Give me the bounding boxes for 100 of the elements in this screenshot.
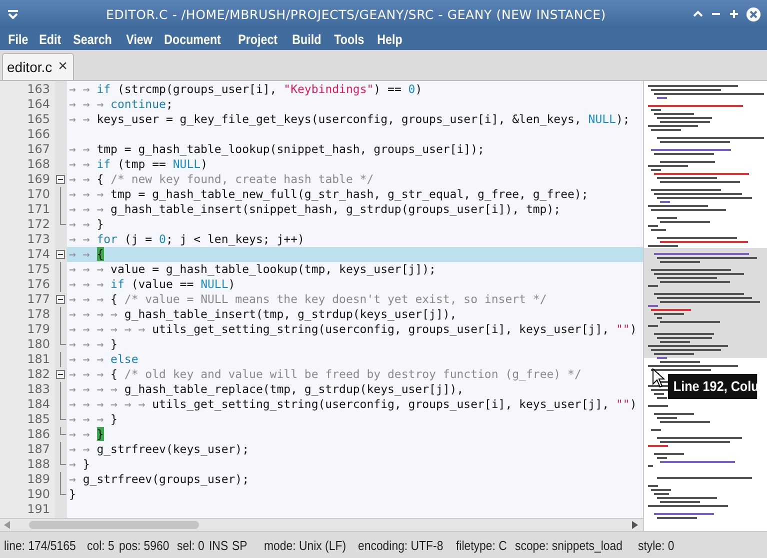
maximize-icon[interactable] (692, 9, 704, 19)
tab-markers: →→→ (69, 97, 111, 112)
menu-item[interactable]: Build (287, 32, 326, 46)
tab-markers: →→ (69, 172, 97, 187)
status-field: INS (208, 538, 228, 552)
line-number: 178 (27, 307, 50, 322)
tab-markers: →→ (69, 427, 97, 442)
code-line: } (96, 217, 104, 232)
tab-markers: →→→→→→ (69, 322, 152, 337)
status-field: scope: snippets_load (514, 538, 622, 552)
line-number: 169 (27, 172, 50, 187)
code-line: { /* new key found, create hash table */ (96, 172, 374, 187)
line-number: 186 (27, 427, 50, 442)
tab-markers: →→→ (69, 367, 111, 382)
fold-line (60, 442, 61, 457)
line-number: 177 (27, 292, 50, 307)
code-line: tmp = g_hash_table_new_full(g_str_hash, g_str_equal, g_free, g_free); (110, 187, 588, 202)
status-field: col: 5 (86, 538, 114, 552)
menu-item[interactable]: Document (159, 32, 226, 46)
tab-markers: →→→→ (69, 307, 124, 322)
scroll-right-icon[interactable] (632, 521, 639, 529)
status-field: style: 0 (638, 538, 674, 552)
file-tab[interactable]: editor.c × (2, 53, 74, 80)
fold-line (60, 352, 61, 367)
code-line: } (110, 337, 118, 352)
scrollbar-thumb[interactable] (29, 521, 199, 529)
close-icon[interactable] (746, 6, 761, 22)
fold-end-icon (60, 217, 66, 225)
plus-icon[interactable] (728, 8, 740, 20)
code-line: g_strfreev(groups_user); (82, 472, 250, 487)
code-line: else (110, 352, 138, 367)
code-line: } (69, 487, 76, 502)
window-menu-icon[interactable] (6, 9, 20, 19)
menu-item[interactable]: Edit (34, 32, 67, 46)
fold-toggle-icon[interactable] (56, 250, 65, 259)
tab-markers: →→ (69, 142, 97, 157)
menu-item[interactable]: Help (372, 32, 408, 46)
line-number: 187 (27, 442, 50, 457)
tab-markers: →→ (69, 112, 97, 127)
line-number: 181 (27, 352, 50, 367)
line-number: 163 (27, 82, 50, 97)
code-line: utils_get_setting_string(userconfig, groups_user[i], keys_user[j], "") (152, 397, 637, 412)
fold-line (60, 472, 61, 487)
fold-toggle-icon[interactable] (56, 295, 65, 304)
status-field: sel: 0 (176, 538, 204, 552)
menu-item[interactable]: Project (233, 32, 284, 46)
horizontal-scrollbar[interactable] (0, 518, 643, 531)
code-line: g_hash_table_insert(snippet_hash, g_strdup(groups_user[i]), tmp); (110, 202, 561, 217)
line-number: 170 (27, 187, 50, 202)
tab-markers: →→→→ (69, 382, 124, 397)
window-title: EDITOR.C - /HOME/MBRUSH/PROJECTS/GEANY/SRC - GEANY (NEW INSTANCE) (105, 6, 607, 22)
tab-markers: →→→ (69, 202, 111, 217)
line-number: 190 (27, 487, 50, 502)
tab-markers: → (69, 457, 83, 472)
code-line: tmp = g_hash_table_lookup(snippet_hash, groups_user[i]); (96, 142, 484, 157)
tab-markers: →→ (69, 232, 97, 247)
code-line: keys_user = g_key_file_get_keys(userconfig, groups_user[i], &len_keys, NULL); (96, 112, 630, 127)
tab-markers: →→→ (69, 292, 111, 307)
tab-markers: →→→ (69, 277, 111, 292)
code-line: { /* value = NULL means the key doesn't yet exist, so insert */ (110, 292, 547, 307)
menu-item[interactable]: Search (68, 32, 117, 46)
status-field: pos: 5960 (118, 538, 170, 552)
fold-end-icon (60, 337, 66, 345)
line-number: 173 (27, 232, 50, 247)
code-line: utils_get_setting_string(userconfig, groups_user[i], keys_user[j], "") (152, 322, 637, 337)
fold-toggle-icon[interactable] (56, 370, 65, 379)
line-number: 184 (27, 397, 50, 412)
tab-markers: →→ (69, 442, 97, 457)
tab-markers: →→→ (69, 337, 111, 352)
line-number: 176 (27, 277, 50, 292)
status-field: encoding: UTF-8 (358, 538, 444, 552)
line-number: 191 (27, 502, 50, 517)
code-line: continue; (110, 97, 173, 112)
menu-item[interactable]: File (3, 32, 34, 46)
tab-markers: →→→→→→ (69, 397, 152, 412)
line-number: 172 (27, 217, 50, 232)
menu-item[interactable]: Tools (328, 32, 370, 46)
status-field: filetype: C (456, 538, 507, 552)
code-line: if (strcmp(groups_user[i], "Keybindings") == 0) (96, 82, 422, 97)
tab-markers: →→ (69, 247, 97, 262)
line-number: 189 (27, 472, 50, 487)
code-line: g_strfreev(keys_user); (96, 442, 250, 457)
tab-markers: →→ (69, 157, 97, 172)
status-field: mode: Unix (LF) (264, 538, 346, 552)
status-field: SP (232, 538, 247, 552)
line-number: 188 (27, 457, 50, 472)
tab-close-button[interactable]: × (58, 58, 68, 76)
tab-markers: → (69, 472, 83, 487)
tab-markers: →→ (69, 82, 97, 97)
code-line: if (tmp == NULL) (96, 157, 208, 172)
line-number: 175 (27, 262, 50, 277)
line-number: 167 (27, 142, 50, 157)
code-line: g_hash_table_insert(tmp, g_strdup(keys_user[j]), (124, 307, 457, 322)
line-number: 183 (27, 382, 50, 397)
menu-item[interactable]: View (120, 32, 158, 46)
tab-markers: →→ (69, 217, 97, 232)
line-number: 180 (27, 337, 50, 352)
tab-markers: →→→ (69, 412, 111, 427)
fold-toggle-icon[interactable] (56, 175, 65, 184)
code-line: { /* old key and value will be freed by destroy function (g_free) */ (110, 367, 582, 382)
